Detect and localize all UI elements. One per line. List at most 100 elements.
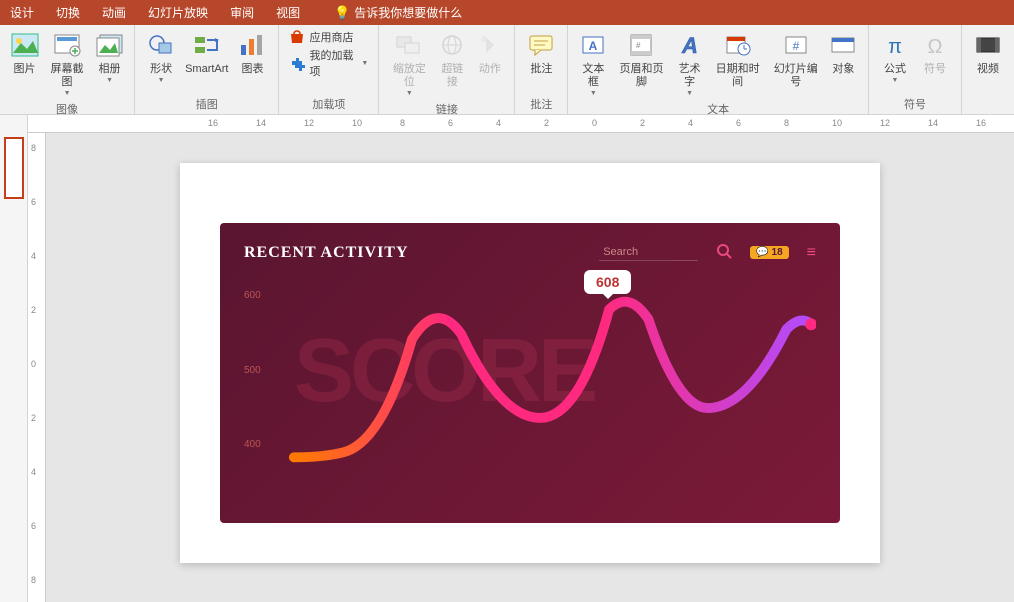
datetime-label: 日期和时间 [713, 63, 763, 89]
chevron-down-icon: ▼ [361, 60, 368, 67]
chart-curve [284, 280, 816, 477]
edit-area: 1614121086420246810121416 864202468 RECE… [0, 115, 1014, 602]
group-illustrations: 形状 ▼ SmartArt 图表 插图 [135, 25, 279, 114]
tab-view[interactable]: 视图 [276, 4, 300, 21]
video-label: 视频 [977, 63, 999, 76]
wordart-button[interactable]: A 艺术字 ▼ [671, 27, 709, 101]
my-addins-button[interactable]: 我的加载项 ▼ [289, 47, 368, 79]
object-icon [827, 29, 859, 61]
comment-icon [525, 29, 557, 61]
y-axis: 600 500 400 [244, 280, 261, 480]
group-links: 缩放定位 ▼ 超链接 动作 链接 [379, 25, 515, 114]
slide[interactable]: RECENT ACTIVITY Search 💬 18 ≡ [180, 163, 880, 563]
tell-me-search[interactable]: 💡 告诉我你想要做什么 [334, 4, 462, 21]
pictures-button[interactable]: 图片 [6, 27, 43, 78]
svg-text:π: π [888, 36, 902, 57]
chart-icon [236, 29, 268, 61]
pictures-label: 图片 [14, 63, 36, 76]
textbox-icon: A [577, 29, 609, 61]
addins-icon [289, 55, 305, 71]
screenshot-label: 屏幕截图 [47, 63, 87, 89]
svg-text:A: A [681, 33, 698, 57]
symbol-icon: Ω [919, 29, 951, 61]
search-icon [716, 243, 732, 262]
tab-slideshow[interactable]: 幻灯片放映 [148, 4, 208, 21]
zoom-button: 缩放定位 ▼ [385, 27, 433, 101]
chart-button[interactable]: 图表 [232, 27, 272, 78]
smartart-button[interactable]: SmartArt [181, 27, 232, 78]
tab-design[interactable]: 设计 [10, 4, 34, 21]
action-label: 动作 [479, 63, 501, 76]
slide-number-button[interactable]: # 幻灯片编号 [767, 27, 825, 91]
object-label: 对象 [832, 63, 854, 76]
notification-badge: 💬 18 [750, 246, 789, 259]
wordart-label: 艺术字 [675, 63, 705, 89]
store-button[interactable]: 应用商店 [289, 29, 368, 45]
comment-button[interactable]: 批注 [521, 27, 561, 78]
chevron-down-icon: ▼ [158, 77, 165, 85]
vertical-ruler: 864202468 [28, 133, 46, 602]
screenshot-icon [51, 29, 83, 61]
hyperlink-label: 超链接 [437, 63, 467, 89]
action-button: 动作 [471, 27, 508, 78]
horizontal-ruler: 1614121086420246810121416 [28, 115, 1014, 133]
equation-button[interactable]: π 公式 ▼ [875, 27, 915, 88]
group-images: 图片 屏幕截图 ▼ 相册 ▼ 图像 [0, 25, 135, 114]
notification-count: 18 [772, 247, 783, 258]
slide-canvas-area[interactable]: RECENT ACTIVITY Search 💬 18 ≡ [46, 133, 1014, 602]
store-icon [289, 29, 305, 45]
dashboard-image: RECENT ACTIVITY Search 💬 18 ≡ [220, 223, 840, 523]
datetime-button[interactable]: 日期和时间 [709, 27, 767, 91]
header-footer-button[interactable]: # 页眉和页脚 [612, 27, 670, 91]
shapes-icon [145, 29, 177, 61]
tab-animations[interactable]: 动画 [102, 4, 126, 21]
slide-number-icon: # [780, 29, 812, 61]
group-text: A 文本框 ▼ # 页眉和页脚 A 艺术字 ▼ 日期和时间 # 幻灯片编号 [568, 25, 869, 114]
hyperlink-icon [436, 29, 468, 61]
svg-text:A: A [589, 39, 598, 53]
chart-label: 图表 [241, 63, 263, 76]
lightbulb-icon: 💡 [334, 5, 350, 21]
album-label: 相册 [99, 63, 121, 76]
group-media: 视频 [962, 25, 1014, 114]
comment-label: 批注 [530, 63, 552, 76]
chart-area: 600 500 400 SCORE 608 [244, 280, 816, 480]
equation-icon: π [879, 29, 911, 61]
ribbon-tab-bar: 设计 切换 动画 幻灯片放映 审阅 视图 💡 告诉我你想要做什么 [0, 0, 1014, 25]
y-tick: 500 [244, 365, 261, 376]
slide-thumbnail-panel[interactable] [0, 115, 28, 602]
symbol-button: Ω 符号 [915, 27, 955, 78]
wordart-icon: A [674, 29, 706, 61]
y-tick: 400 [244, 439, 261, 450]
equation-label: 公式 [884, 63, 906, 76]
chevron-down-icon: ▼ [106, 77, 113, 85]
video-icon [972, 29, 1004, 61]
group-label-symbols: 符号 [904, 96, 926, 114]
album-button[interactable]: 相册 ▼ [91, 27, 128, 88]
chevron-down-icon: ▼ [892, 77, 899, 85]
group-addins: 应用商店 我的加载项 ▼ 加载项 [279, 25, 379, 114]
screenshot-button[interactable]: 屏幕截图 ▼ [43, 27, 91, 101]
chat-icon: 💬 [756, 247, 768, 258]
shapes-label: 形状 [150, 63, 172, 76]
action-icon [474, 29, 506, 61]
smartart-label: SmartArt [185, 63, 228, 76]
search-input: Search [599, 244, 698, 261]
my-addins-label: 我的加载项 [309, 47, 357, 79]
zoom-label: 缩放定位 [389, 63, 429, 89]
textbox-label: 文本框 [578, 63, 608, 89]
ribbon: 图片 屏幕截图 ▼ 相册 ▼ 图像 形状 ▼ Smart [0, 25, 1014, 115]
textbox-button[interactable]: A 文本框 ▼ [574, 27, 612, 101]
tab-review[interactable]: 审阅 [230, 4, 254, 21]
shapes-button[interactable]: 形状 ▼ [141, 27, 181, 88]
header-footer-icon: # [625, 29, 657, 61]
video-button[interactable]: 视频 [968, 27, 1008, 78]
group-label-comments: 批注 [530, 96, 552, 114]
slide-thumbnail-1[interactable] [4, 137, 24, 199]
svg-text:#: # [636, 41, 641, 50]
object-button[interactable]: 对象 [825, 27, 862, 78]
slide-number-label: 幻灯片编号 [771, 63, 821, 89]
tab-transitions[interactable]: 切换 [56, 4, 80, 21]
svg-text:Ω: Ω [928, 36, 943, 57]
group-comments: 批注 批注 [515, 25, 568, 114]
